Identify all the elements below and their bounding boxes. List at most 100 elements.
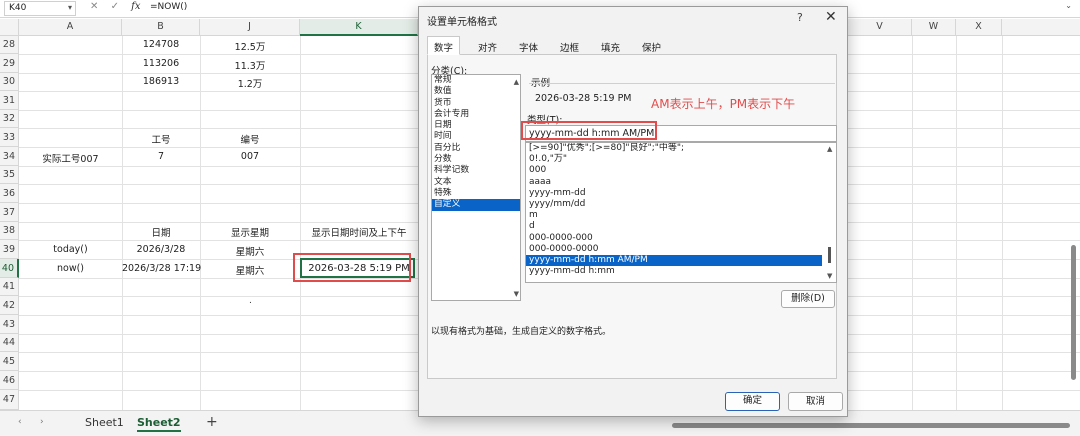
format-item[interactable]: 000 xyxy=(526,165,822,176)
category-item[interactable]: 会计专用 xyxy=(432,109,520,120)
close-icon[interactable]: ✕ xyxy=(825,9,837,25)
add-sheet-icon[interactable]: + xyxy=(206,414,218,430)
category-item[interactable]: 数值 xyxy=(432,86,520,97)
format-item-selected[interactable]: yyyy-mm-dd h:mm AM/PM xyxy=(526,254,822,267)
chevron-down-icon[interactable]: ⌄ xyxy=(1065,1,1072,10)
formula-input[interactable]: =NOW() xyxy=(150,2,187,12)
cell-b29[interactable]: 113206 xyxy=(122,58,200,69)
row-header[interactable]: 28 xyxy=(0,36,19,54)
column-header-w[interactable]: W xyxy=(912,19,956,36)
cell-k38[interactable]: 显示日期时间及上下午 xyxy=(300,225,418,239)
cell-b40[interactable]: 2026/3/28 17:19 xyxy=(122,263,201,274)
chevron-right-icon[interactable]: › xyxy=(40,417,44,427)
cell-b34[interactable]: 7 xyxy=(122,151,200,162)
column-header-j[interactable]: J xyxy=(200,19,300,36)
format-list-scrollbar[interactable] xyxy=(828,247,831,263)
category-item[interactable]: 特殊 xyxy=(432,188,520,199)
format-list[interactable]: [>=90]"优秀";[>=80]"良好";"中等"; 0!.0,"万" 000… xyxy=(525,142,837,283)
category-item[interactable]: 文本 xyxy=(432,177,520,188)
scroll-down-icon[interactable]: ▼ xyxy=(827,272,832,280)
select-all-corner[interactable] xyxy=(0,19,19,36)
cell-a39[interactable]: today() xyxy=(19,244,122,255)
horizontal-scrollbar[interactable] xyxy=(672,423,1070,428)
help-icon[interactable]: ? xyxy=(797,11,803,24)
row-header[interactable]: 38 xyxy=(0,222,19,240)
format-item[interactable]: [>=90]"优秀";[>=80]"良好";"中等"; xyxy=(526,143,822,154)
category-item[interactable]: 分数 xyxy=(432,154,520,165)
scroll-down-icon[interactable]: ▼ xyxy=(514,290,519,298)
row-header[interactable]: 29 xyxy=(0,54,19,73)
tab-sheet2[interactable]: Sheet2 xyxy=(137,416,181,432)
scroll-up-icon[interactable]: ▲ xyxy=(514,78,519,86)
format-item[interactable]: aaaa xyxy=(526,177,822,188)
name-box[interactable]: K40 ▾ xyxy=(4,1,76,16)
row-header[interactable]: 35 xyxy=(0,166,19,184)
cell-b33[interactable]: 工号 xyxy=(122,132,200,146)
cell-j38[interactable]: 显示星期 xyxy=(200,225,300,239)
ok-button[interactable]: 确定 xyxy=(725,392,780,411)
row-header[interactable]: 33 xyxy=(0,128,19,147)
format-item[interactable]: m xyxy=(526,210,822,221)
category-item[interactable]: 时间 xyxy=(432,131,520,142)
column-header-b[interactable]: B xyxy=(122,19,200,36)
row-header[interactable]: 45 xyxy=(0,352,19,371)
cell-j34[interactable]: 007 xyxy=(200,151,300,162)
row-header[interactable]: 41 xyxy=(0,278,19,296)
category-item[interactable]: 百分比 xyxy=(432,143,520,154)
format-item[interactable]: yyyy/mm/dd xyxy=(526,199,822,210)
category-item[interactable]: 科学记数 xyxy=(432,165,520,176)
function-icon[interactable]: fx xyxy=(131,1,140,12)
tab-border[interactable]: 边框 xyxy=(555,39,584,55)
tab-sheet1[interactable]: Sheet1 xyxy=(85,416,124,429)
tab-number[interactable]: 数字 xyxy=(427,36,461,55)
cell-b38[interactable]: 日期 xyxy=(122,225,200,239)
cell-j40[interactable]: 星期六 xyxy=(200,263,300,277)
cell-a40[interactable]: now() xyxy=(19,263,122,274)
tab-font[interactable]: 字体 xyxy=(514,39,543,55)
format-item[interactable]: 0!.0,"万" xyxy=(526,154,822,165)
cell-j29[interactable]: 11.3万 xyxy=(200,58,300,72)
format-item[interactable]: d xyxy=(526,221,822,232)
cell-b39[interactable]: 2026/3/28 xyxy=(122,244,200,255)
scroll-up-icon[interactable]: ▲ xyxy=(827,145,832,153)
row-header[interactable]: 42 xyxy=(0,296,19,315)
format-item[interactable]: yyyy-mm-dd h:mm xyxy=(526,266,822,277)
row-header[interactable]: 36 xyxy=(0,184,19,203)
tab-alignment[interactable]: 对齐 xyxy=(473,39,502,55)
cell-b30[interactable]: 186913 xyxy=(122,76,200,87)
cell-j33[interactable]: 编号 xyxy=(200,132,300,146)
row-header[interactable]: 47 xyxy=(0,390,19,410)
category-item[interactable]: 日期 xyxy=(432,120,520,131)
row-header[interactable]: 34 xyxy=(0,147,19,166)
row-header[interactable]: 32 xyxy=(0,110,19,128)
cancel-button[interactable]: 取消 xyxy=(788,392,843,411)
tab-fill[interactable]: 填充 xyxy=(596,39,625,55)
chevron-left-icon[interactable]: ‹ xyxy=(18,417,22,427)
format-item[interactable]: 000-0000-0000 xyxy=(526,244,822,255)
cell-a34[interactable]: 实际工号007 xyxy=(19,151,122,165)
row-header[interactable]: 40 xyxy=(0,259,19,278)
column-header-k[interactable]: K xyxy=(300,19,418,36)
delete-button[interactable]: 删除(D) xyxy=(781,290,835,308)
row-header[interactable]: 39 xyxy=(0,240,19,259)
cell-j28[interactable]: 12.5万 xyxy=(200,39,300,53)
column-header-v[interactable]: V xyxy=(848,19,912,36)
cell-j39[interactable]: 星期六 xyxy=(200,244,300,258)
row-header[interactable]: 30 xyxy=(0,73,19,91)
format-item[interactable]: yyyy-mm-dd xyxy=(526,188,822,199)
tab-protection[interactable]: 保护 xyxy=(637,39,666,55)
cell-b28[interactable]: 124708 xyxy=(122,39,200,50)
cancel-icon[interactable]: ✕ xyxy=(90,1,98,12)
row-header[interactable]: 46 xyxy=(0,371,19,390)
column-header-a[interactable]: A xyxy=(19,19,122,36)
row-header[interactable]: 43 xyxy=(0,315,19,334)
category-item[interactable]: 货币 xyxy=(432,98,520,109)
row-header[interactable]: 37 xyxy=(0,203,19,222)
category-list[interactable]: 常规 数值 货币 会计专用 日期 时间 百分比 分数 科学记数 文本 特殊 自定… xyxy=(431,74,521,301)
vertical-scrollbar[interactable] xyxy=(1071,245,1076,380)
chevron-down-icon[interactable]: ▾ xyxy=(68,3,72,12)
category-item-selected[interactable]: 自定义 xyxy=(432,199,520,211)
category-item[interactable]: 常规 xyxy=(432,75,520,86)
cell-j30[interactable]: 1.2万 xyxy=(200,76,300,90)
row-header[interactable]: 44 xyxy=(0,334,19,352)
